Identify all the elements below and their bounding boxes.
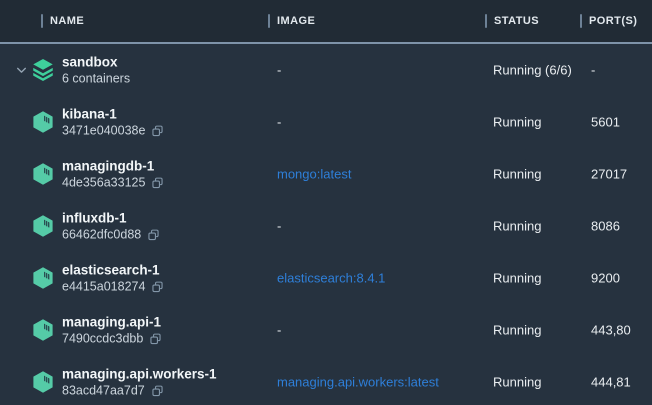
subtext-value: 83acd47aa7d7 (62, 383, 145, 399)
container-icon (30, 109, 56, 135)
container-icon (30, 369, 56, 395)
image-link[interactable]: mongo:latest (277, 167, 351, 182)
status-text: Running (493, 323, 541, 338)
column-header-label: STATUS (494, 15, 539, 27)
container-icon (30, 265, 56, 291)
container-name: managing.api.workers-1 (62, 366, 217, 383)
container-icon (30, 161, 56, 187)
column-header-status[interactable]: STATUS (485, 0, 539, 42)
column-header-label: NAME (50, 15, 84, 27)
container-row[interactable]: managing.api-17490ccdc3dbb - Running 443,80 (0, 304, 652, 356)
image-cell: - (277, 63, 281, 78)
status-text: Running (493, 271, 541, 286)
ports-text: - (591, 63, 595, 78)
container-name: managing.api-1 (62, 314, 162, 331)
ports-text: 27017 (591, 167, 627, 182)
ports-text: 444,81 (591, 375, 631, 390)
subtext-value: 3471e040038e (62, 123, 145, 139)
name-cell: influxdb-166462dfc0d88 (62, 210, 160, 243)
subtext-value: 4de356a33125 (62, 175, 145, 191)
group-name: sandbox (62, 54, 130, 71)
column-header-image[interactable]: IMAGE (268, 0, 315, 42)
ports-text: 9200 (591, 271, 620, 286)
image-cell: - (277, 323, 281, 338)
ports-text: 8086 (591, 219, 620, 234)
name-cell: sandbox6 containers (62, 54, 130, 87)
column-header-name[interactable]: NAME (41, 0, 84, 42)
copy-icon[interactable] (151, 176, 164, 189)
group-row[interactable]: sandbox6 containers - Running (6/6) - (0, 44, 652, 96)
container-icon (30, 317, 56, 343)
name-cell: managing.api.workers-183acd47aa7d7 (62, 366, 217, 399)
status-text: Running (493, 219, 541, 234)
column-header-label: PORT(S) (589, 15, 637, 27)
container-row[interactable]: managingdb-14de356a33125 mongo:latest Runn… (0, 148, 652, 200)
container-row[interactable]: kibana-13471e040038e - Running 5601 (0, 96, 652, 148)
image-cell: - (277, 115, 281, 130)
name-cell: kibana-13471e040038e (62, 106, 164, 139)
container-row[interactable]: elasticsearch-1e4415a018274elasticsearch… (0, 252, 652, 304)
image-link[interactable]: managing.api.workers:latest (277, 375, 439, 390)
rows: sandbox6 containers-Running (6/6)-kibana… (0, 44, 652, 405)
column-header-label: IMAGE (277, 15, 315, 27)
container-icon (30, 213, 56, 239)
container-id: 7490ccdc3dbb (62, 331, 162, 347)
containers-table: NAME IMAGE STATUS PORT(S) sandbox6 conta… (0, 0, 652, 405)
container-id: 3471e040038e (62, 123, 164, 139)
container-id: 83acd47aa7d7 (62, 383, 217, 399)
table-header: NAME IMAGE STATUS PORT(S) (0, 0, 652, 44)
name-cell: managing.api-17490ccdc3dbb (62, 314, 162, 347)
copy-icon[interactable] (151, 384, 164, 397)
container-row[interactable]: managing.api.workers-183acd47aa7d7managi… (0, 356, 652, 405)
name-cell: elasticsearch-1e4415a018274 (62, 262, 164, 295)
subtext-value: 6 containers (62, 71, 130, 87)
container-id: e4415a018274 (62, 279, 164, 295)
image-cell: - (277, 219, 281, 234)
subtext-value: 7490ccdc3dbb (62, 331, 143, 347)
subtext-value: e4415a018274 (62, 279, 145, 295)
container-name: kibana-1 (62, 106, 164, 123)
ports-text: 5601 (591, 115, 620, 130)
container-id: 4de356a33125 (62, 175, 164, 191)
copy-icon[interactable] (151, 124, 164, 137)
column-divider (485, 14, 487, 28)
container-id: 66462dfc0d88 (62, 227, 160, 243)
copy-icon[interactable] (149, 332, 162, 345)
status-text: Running (6/6) (493, 63, 572, 78)
subtext-value: 66462dfc0d88 (62, 227, 141, 243)
status-text: Running (493, 167, 541, 182)
column-divider (580, 14, 582, 28)
container-name: influxdb-1 (62, 210, 160, 227)
status-text: Running (493, 375, 541, 390)
image-link[interactable]: elasticsearch:8.4.1 (277, 271, 385, 286)
column-divider (268, 14, 270, 28)
column-divider (41, 14, 43, 28)
group-subtext: 6 containers (62, 71, 130, 87)
container-name: managingdb-1 (62, 158, 164, 175)
ports-text: 443,80 (591, 323, 631, 338)
copy-icon[interactable] (151, 280, 164, 293)
copy-icon[interactable] (147, 228, 160, 241)
name-cell: managingdb-14de356a33125 (62, 158, 164, 191)
container-name: elasticsearch-1 (62, 262, 164, 279)
chevron-down-icon[interactable] (15, 64, 28, 77)
column-header-ports[interactable]: PORT(S) (580, 0, 637, 42)
status-text: Running (493, 115, 541, 130)
stack-icon (30, 57, 56, 83)
container-row[interactable]: influxdb-166462dfc0d88 - Running 8086 (0, 200, 652, 252)
